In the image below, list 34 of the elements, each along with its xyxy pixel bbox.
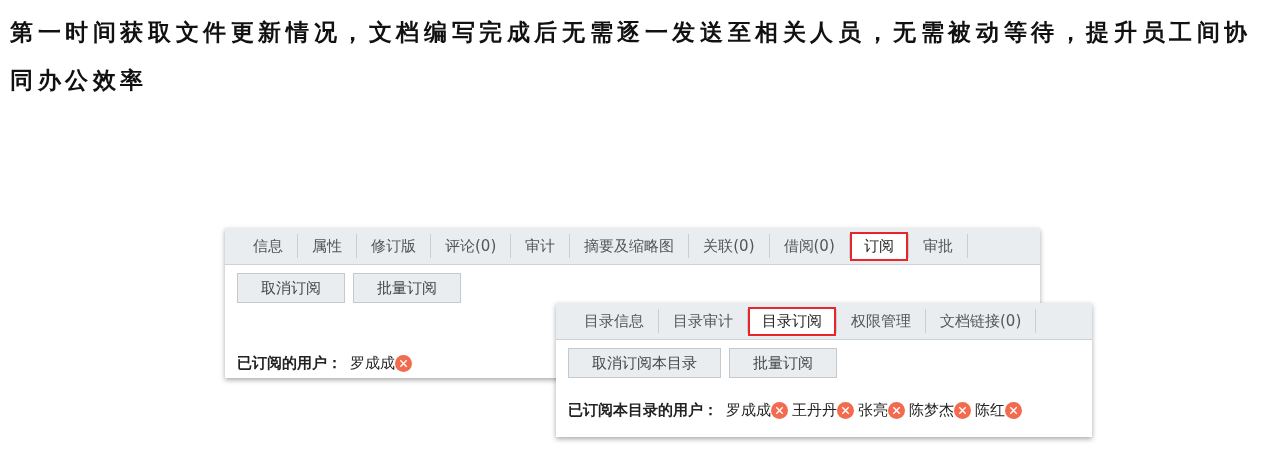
users-label: 已订阅本目录的用户： [568,401,718,420]
user-name: 张亮 [858,401,888,420]
tab[interactable]: 目录信息 [570,306,658,336]
remove-icon[interactable] [1005,402,1022,419]
action-button[interactable]: 批量订阅 [353,273,461,303]
user-name: 罗成成 [726,401,771,420]
tab[interactable]: 评论(0) [431,231,511,261]
user-name: 罗成成 [350,354,395,373]
tab[interactable]: 权限管理 [837,306,925,336]
user-name: 陈梦杰 [909,401,954,420]
user-name: 陈红 [975,401,1005,420]
tab[interactable]: 信息 [239,231,297,261]
remove-icon[interactable] [771,402,788,419]
tab[interactable]: 修订版 [357,231,430,261]
tab[interactable]: 订阅 [849,231,908,261]
tab[interactable]: 关联(0) [689,231,769,261]
remove-icon[interactable] [954,402,971,419]
tab[interactable]: 文档链接(0) [926,306,1036,336]
users-label: 已订阅的用户： [237,354,342,373]
tab[interactable]: 摘要及缩略图 [570,231,689,261]
remove-icon[interactable] [395,355,412,372]
user-name: 王丹丹 [792,401,837,420]
tab[interactable]: 目录订阅 [748,306,836,336]
heading: 第一时间获取文件更新情况，文档编写完成后无需逐一发送至相关人员，无需被动等待，提升员工间协同办公效率 [9,18,1253,95]
action-button[interactable]: 批量订阅 [729,348,837,378]
tab[interactable]: 审计 [511,231,570,261]
tab[interactable]: 审批 [908,231,967,261]
action-button[interactable]: 取消订阅 [237,273,345,303]
action-button[interactable]: 取消订阅本目录 [568,348,721,378]
tab[interactable]: 借阅(0) [769,231,849,261]
tab[interactable]: 目录审计 [659,306,747,336]
remove-icon[interactable] [837,402,854,419]
tab[interactable]: 属性 [298,231,356,261]
remove-icon[interactable] [888,402,905,419]
